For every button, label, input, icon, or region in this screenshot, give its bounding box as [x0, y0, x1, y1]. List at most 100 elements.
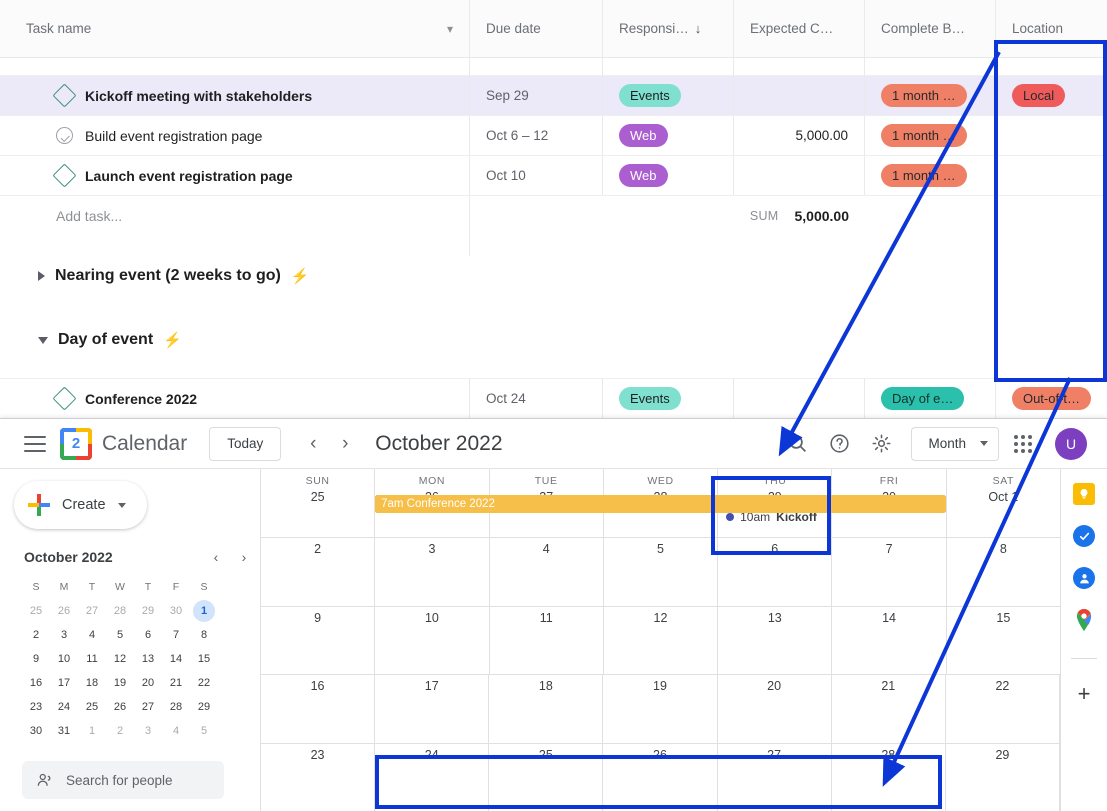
mini-day[interactable]: 4 [162, 719, 190, 743]
next-period-icon[interactable]: › [329, 428, 361, 460]
table-row[interactable]: Launch event registration page Oct 10 We… [0, 156, 1107, 196]
keep-icon[interactable] [1073, 483, 1095, 505]
column-header-due-date[interactable]: Due date [470, 0, 603, 57]
calendar-event-bar-conference[interactable]: 7am Conference 2022 [375, 495, 946, 513]
mini-day[interactable]: 7 [162, 623, 190, 647]
calendar-day-cell[interactable]: 5 [604, 537, 719, 606]
mini-day[interactable]: 20 [134, 671, 162, 695]
mini-calendar-next-icon[interactable]: › [232, 545, 256, 569]
mini-day[interactable]: 24 [50, 695, 78, 719]
calendar-day-cell[interactable]: 28 [832, 744, 946, 811]
task-name-cell[interactable]: Conference 2022 [0, 379, 470, 418]
status-badge[interactable]: 1 month … [881, 124, 967, 147]
calendar-day-cell[interactable]: 18 [489, 675, 604, 744]
expected-cost-cell[interactable] [734, 76, 865, 115]
calendar-day-cell[interactable]: 7 [832, 537, 947, 606]
due-date-cell[interactable]: Sep 29 [470, 76, 603, 115]
previous-period-icon[interactable]: ‹ [297, 428, 329, 460]
mini-day[interactable]: 3 [134, 719, 162, 743]
status-badge[interactable]: 1 month … [881, 164, 967, 187]
calendar-day-cell[interactable]: 6 [718, 537, 833, 606]
calendar-day-cell[interactable]: SAT Oct 1 [947, 469, 1060, 537]
calendar-day-cell[interactable]: 15 [947, 607, 1060, 675]
sort-descending-icon[interactable]: ↓ [695, 21, 702, 36]
view-select-month[interactable]: Month [911, 426, 999, 461]
complete-by-cell[interactable]: 1 month … [865, 116, 996, 155]
add-task-row[interactable]: Add task... SUM 5,000.00 [0, 196, 1107, 236]
mini-day[interactable]: 2 [22, 623, 50, 647]
add-task-label[interactable]: Add task... [0, 196, 470, 236]
calendar-day-cell[interactable]: 14 [832, 606, 947, 675]
calendar-day-cell[interactable]: 13 [718, 606, 833, 675]
responsible-cell[interactable]: Events [603, 379, 734, 418]
mini-day[interactable]: 23 [22, 695, 50, 719]
search-icon[interactable] [779, 426, 815, 462]
milestone-diamond-icon[interactable] [52, 83, 77, 108]
mini-day[interactable]: 9 [22, 647, 50, 671]
calendar-day-cell[interactable]: SUN 25 [261, 469, 376, 537]
mini-day[interactable]: 14 [162, 647, 190, 671]
mini-day[interactable]: 19 [106, 671, 134, 695]
calendar-day-cell[interactable]: 23 [261, 744, 376, 811]
mini-day[interactable]: 17 [50, 671, 78, 695]
status-badge[interactable]: Local [1012, 84, 1066, 107]
mini-day[interactable]: 16 [22, 671, 50, 695]
responsible-cell[interactable]: Web [603, 116, 734, 155]
calendar-day-cell[interactable]: 24 [375, 744, 490, 811]
mini-day[interactable]: 29 [134, 599, 162, 623]
calendar-day-cell[interactable]: 25 [489, 744, 604, 811]
mini-day[interactable]: 13 [134, 647, 162, 671]
mini-day[interactable]: 12 [106, 647, 134, 671]
today-button[interactable]: Today [209, 426, 282, 461]
mini-day[interactable]: 25 [78, 695, 106, 719]
chevron-down-icon[interactable] [38, 336, 48, 344]
complete-by-cell[interactable]: Day of e… [865, 379, 996, 418]
task-name-cell[interactable]: Build event registration page [0, 116, 470, 155]
mini-day[interactable]: 4 [78, 623, 106, 647]
column-header-task-name[interactable]: Task name ▾ [0, 0, 470, 57]
mini-day[interactable]: 21 [162, 671, 190, 695]
expected-cost-cell[interactable] [734, 156, 865, 195]
calendar-day-cell[interactable]: 8 [947, 538, 1060, 606]
column-header-responsible[interactable]: Responsi… ↓ [603, 0, 734, 57]
calendar-day-cell[interactable]: 3 [375, 537, 490, 606]
responsible-cell[interactable]: Events [603, 76, 734, 115]
mini-day[interactable]: 2 [106, 719, 134, 743]
mini-day[interactable]: 27 [134, 695, 162, 719]
due-date-cell[interactable]: Oct 10 [470, 156, 603, 195]
task-name-cell[interactable]: Launch event registration page [0, 156, 470, 195]
mini-day[interactable]: 29 [190, 695, 218, 719]
expected-cost-cell[interactable] [734, 379, 865, 418]
mini-day[interactable]: 25 [22, 599, 50, 623]
status-badge[interactable]: 1 month … [881, 84, 967, 107]
calendar-day-cell[interactable]: 16 [261, 675, 376, 744]
responsible-cell[interactable]: Web [603, 156, 734, 195]
mini-day[interactable]: 31 [50, 719, 78, 743]
maps-pin-icon[interactable] [1074, 609, 1094, 636]
mini-day[interactable]: 1 [78, 719, 106, 743]
column-header-complete-by[interactable]: Complete B… [865, 0, 996, 57]
calendar-day-cell[interactable]: 20 [718, 675, 832, 744]
expected-cost-cell[interactable]: 5,000.00 [734, 116, 865, 155]
mini-day[interactable]: 26 [50, 599, 78, 623]
avatar[interactable]: U [1055, 427, 1087, 460]
complete-by-cell[interactable]: 1 month … [865, 156, 996, 195]
calendar-day-cell[interactable]: 10 [375, 606, 490, 675]
location-cell[interactable]: Out-of-t… [996, 379, 1107, 418]
table-row[interactable]: Kickoff meeting with stakeholders Sep 29… [0, 76, 1107, 116]
mini-day[interactable]: 30 [162, 599, 190, 623]
location-cell[interactable]: Local [996, 76, 1107, 115]
mini-day[interactable]: 5 [190, 719, 218, 743]
location-cell[interactable] [996, 116, 1107, 155]
calendar-day-cell[interactable]: 12 [604, 606, 719, 675]
mini-day[interactable]: 3 [50, 623, 78, 647]
mini-day[interactable]: 6 [134, 623, 162, 647]
calendar-day-cell[interactable]: 27 [718, 744, 832, 811]
mini-day[interactable]: 26 [106, 695, 134, 719]
table-row[interactable]: Conference 2022 Oct 24 Events Day of e… … [0, 379, 1107, 418]
tasks-icon[interactable] [1073, 525, 1095, 547]
mini-day[interactable]: 11 [78, 647, 106, 671]
contacts-icon[interactable] [1073, 567, 1095, 589]
due-date-cell[interactable]: Oct 24 [470, 379, 603, 418]
table-row[interactable]: Build event registration page Oct 6 – 12… [0, 116, 1107, 156]
